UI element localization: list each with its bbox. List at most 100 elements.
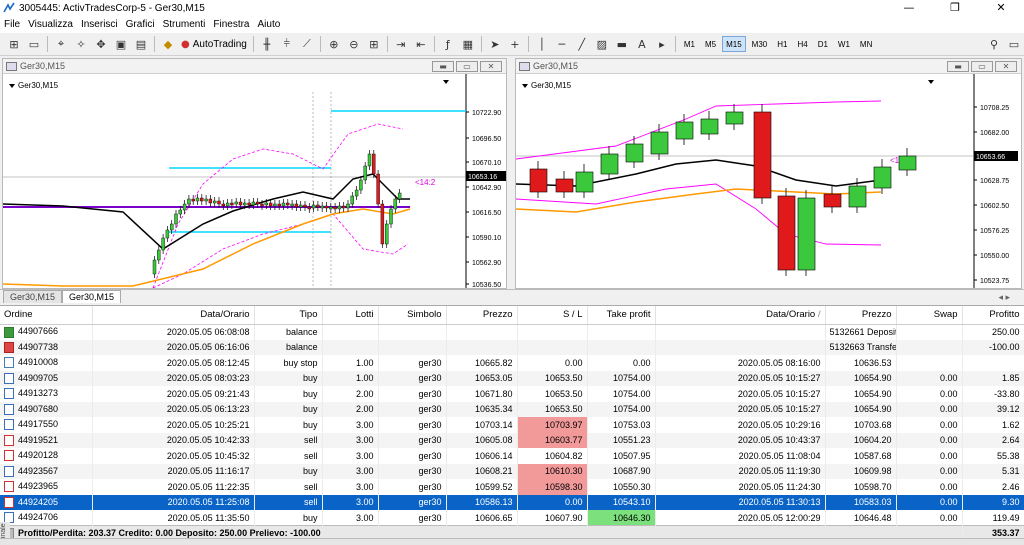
cell-price: 10671.80	[446, 386, 518, 402]
col-lots[interactable]: Lotti	[322, 306, 379, 325]
candlestick-chart[interactable]: Ger30,M15 10708.25 10682.00 10628.75 10602.…	[516, 74, 1021, 288]
price-tick-label: 10523.75	[980, 278, 1009, 285]
chart-window-left[interactable]: Ger30,M15 ▬ ▭ ✕ Ger30,M15 10722.90 10696.…	[2, 58, 507, 289]
col-symbol[interactable]: Simbolo	[378, 306, 447, 325]
navigator-icon[interactable]: ✥	[92, 35, 110, 53]
chart-minimize-button[interactable]: ▬	[947, 60, 969, 72]
candlestick-chart[interactable]: Ger30,M15 10722.90 10696.50 10670.10 10642.…	[3, 74, 506, 288]
table-row[interactable]: 44909705 2020.05.05 08:03:23 buy 1.00 ger30 1…	[0, 370, 1024, 386]
candlestick-icon[interactable]: ⫩	[278, 35, 296, 53]
chat-icon[interactable]: ▭	[1005, 35, 1023, 53]
col-close-price[interactable]: Prezzo	[825, 306, 897, 325]
tester-icon[interactable]: ▤	[132, 35, 150, 53]
table-row[interactable]: 44923965 2020.05.05 11:22:35 sell 3.00 ger30…	[0, 479, 1024, 495]
editor-icon[interactable]: ◆	[159, 35, 177, 53]
col-close-time[interactable]: Data/Orario /	[655, 306, 826, 325]
buy-order-icon	[4, 372, 14, 384]
menu-file[interactable]: File	[3, 19, 27, 30]
bar-chart-icon[interactable]: ╫	[258, 35, 276, 53]
timeframe-mn[interactable]: MN	[856, 36, 876, 52]
timeframe-d1[interactable]: D1	[814, 36, 832, 52]
candle-body	[359, 179, 363, 191]
col-order[interactable]: Ordine	[0, 306, 93, 325]
channel-icon[interactable]: ▨	[593, 35, 611, 53]
chart-shift-icon[interactable]: ⇤	[412, 35, 430, 53]
cell-type: buy	[254, 370, 323, 386]
menu-tools[interactable]: Strumenti	[162, 19, 213, 30]
col-type[interactable]: Tipo	[254, 306, 323, 325]
candle-body	[873, 166, 892, 189]
tab-scroll-arrows[interactable]: ◂ ▸	[998, 292, 1010, 303]
terminal-icon[interactable]: ▣	[112, 35, 130, 53]
indicators-icon[interactable]: ƒ	[439, 35, 457, 53]
chart-tab[interactable]: Ger30,M15	[3, 290, 63, 303]
trendline-icon[interactable]: ╱	[573, 35, 591, 53]
cell-type: buy	[254, 417, 323, 433]
minimize-button[interactable]: —	[886, 0, 932, 16]
col-profit[interactable]: Profitto	[962, 306, 1024, 325]
table-row[interactable]: 44919521 2020.05.05 10:42:33 sell 3.00 ger30…	[0, 432, 1024, 448]
table-row[interactable]: 44917550 2020.05.05 10:25:21 buy 3.00 ger30 1…	[0, 417, 1024, 433]
chart-minimize-button[interactable]: ▬	[432, 60, 454, 72]
horizontal-line-icon[interactable]: ─	[553, 35, 571, 53]
timeframe-h1[interactable]: H1	[773, 36, 791, 52]
main-toolbar: ⊞ ▭ ⌖ ✧ ✥ ▣ ▤ ◆ ● AutoTrading ╫ ⫩ ⟋ ⊕ ⊖ …	[0, 33, 1024, 56]
templates-icon[interactable]: ▦	[459, 35, 477, 53]
crosshair-icon[interactable]: +	[506, 35, 524, 53]
table-row[interactable]: 44907738 2020.05.05 06:16:06 balance 513266…	[0, 339, 1024, 355]
menu-charts[interactable]: Grafici	[125, 19, 162, 30]
table-row[interactable]: 44907680 2020.05.05 06:13:23 buy 2.00 ger30 1…	[0, 401, 1024, 417]
autoscroll-icon[interactable]: ⇥	[392, 35, 410, 53]
table-row[interactable]: 44924706 2020.05.05 11:35:50 buy 3.00 ger30 1…	[0, 510, 1024, 526]
timeframe-w1[interactable]: W1	[834, 36, 854, 52]
table-row[interactable]: 44907666 2020.05.05 06:08:08 balance 513266…	[0, 324, 1024, 340]
chart-close-button[interactable]: ✕	[480, 60, 502, 72]
zoom-out-icon[interactable]: ⊖	[345, 35, 363, 53]
search-icon[interactable]: ⚲	[985, 35, 1003, 53]
col-tp[interactable]: Take profit	[587, 306, 656, 325]
profiles-icon[interactable]: ▭	[25, 35, 43, 53]
menu-window[interactable]: Finestra	[212, 19, 256, 30]
autotrading-button[interactable]: ● AutoTrading	[178, 39, 250, 50]
col-price[interactable]: Prezzo	[446, 306, 518, 325]
timeframe-m1[interactable]: M1	[680, 36, 699, 52]
table-row[interactable]: 44913273 2020.05.05 09:21:43 buy 2.00 ger30 1…	[0, 386, 1024, 402]
vertical-line-icon[interactable]: │	[533, 35, 551, 53]
data-window-icon[interactable]: ✧	[72, 35, 90, 53]
table-row[interactable]: 44920128 2020.05.05 10:45:32 sell 3.00 ger30…	[0, 448, 1024, 464]
chart-maximize-button[interactable]: ▭	[971, 60, 993, 72]
cell-sl: 10603.77	[517, 432, 588, 448]
label-icon[interactable]: ▸	[653, 35, 671, 53]
zoom-in-icon[interactable]: ⊕	[325, 35, 343, 53]
table-row[interactable]: 44923567 2020.05.05 11:16:17 buy 3.00 ger30 1…	[0, 463, 1024, 479]
menu-view[interactable]: Visualizza	[27, 19, 80, 30]
terminal-tabs[interactable]	[0, 538, 1024, 545]
menu-help[interactable]: Aiuto	[256, 19, 287, 30]
col-open-time[interactable]: Data/Orario	[92, 306, 255, 325]
cell-type: sell	[254, 494, 323, 510]
text-icon[interactable]: A	[633, 35, 651, 53]
line-chart-icon[interactable]: ⟋	[298, 35, 316, 53]
tile-windows-icon[interactable]: ⊞	[365, 35, 383, 53]
chart-close-button[interactable]: ✕	[995, 60, 1017, 72]
cursor-icon[interactable]: ➤	[486, 35, 504, 53]
timeframe-m15[interactable]: M15	[722, 36, 746, 52]
new-chart-icon[interactable]: ⊞	[5, 35, 23, 53]
table-row[interactable]: 44924205 2020.05.05 11:25:08 sell 3.00 ger30…	[0, 494, 1024, 510]
order-number: 44910008	[18, 357, 59, 368]
chart-maximize-button[interactable]: ▭	[456, 60, 478, 72]
col-swap[interactable]: Swap	[896, 306, 963, 325]
chart-window-right[interactable]: Ger30,M15 ▬ ▭ ✕ Ger30,M15 10708.25 10682.…	[515, 58, 1022, 289]
chart-tab-active[interactable]: Ger30,M15	[62, 290, 122, 303]
close-button[interactable]: ✕	[978, 0, 1024, 16]
timeframe-m5[interactable]: M5	[701, 36, 720, 52]
menu-insert[interactable]: Inserisci	[80, 19, 125, 30]
restore-button[interactable]: ❐	[932, 0, 978, 16]
cell-lots: 1.00	[322, 355, 379, 371]
table-row[interactable]: 44910008 2020.05.05 08:12:45 buy stop 1.00 g…	[0, 355, 1024, 371]
market-watch-icon[interactable]: ⌖	[52, 35, 70, 53]
timeframe-h4[interactable]: H4	[793, 36, 811, 52]
col-sl[interactable]: S / L	[517, 306, 588, 325]
timeframe-m30[interactable]: M30	[748, 36, 772, 52]
fibonacci-icon[interactable]: ▬	[613, 35, 631, 53]
